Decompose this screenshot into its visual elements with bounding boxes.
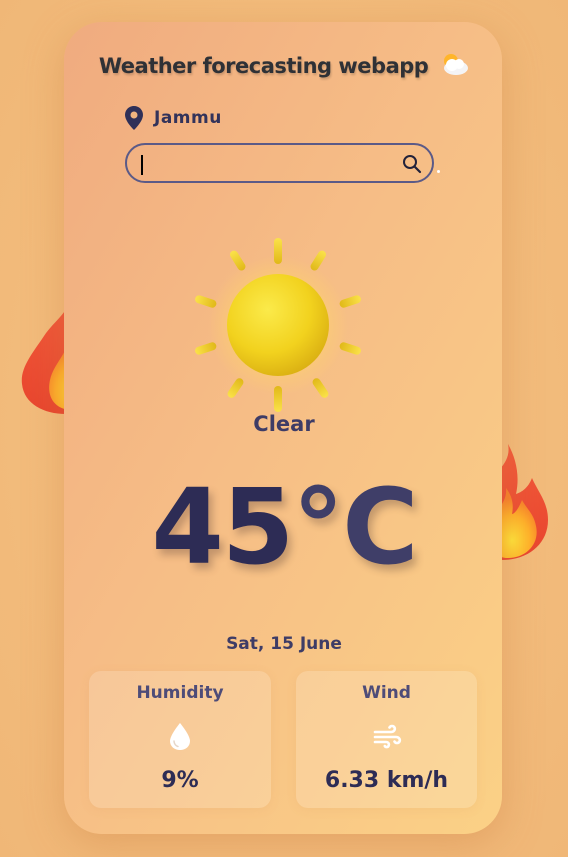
app-title: Weather forecasting webapp (0, 52, 568, 78)
sun-icon (195, 238, 361, 412)
wind-card: Wind 6.33 km/h (296, 671, 477, 808)
search-icon[interactable] (402, 154, 422, 174)
search-box[interactable] (125, 143, 434, 183)
cloud-sun-icon (444, 54, 469, 75)
water-drop-icon (170, 723, 190, 750)
location-name: Jammu (154, 108, 222, 128)
wind-value: 6.33 km/h (324, 768, 449, 793)
forecast-date: Sat, 15 June (226, 634, 342, 654)
dot (437, 170, 440, 173)
humidity-value: 9% (161, 768, 199, 793)
app-title-text: Weather forecasting webapp (98, 54, 429, 78)
search-input[interactable] (141, 152, 395, 178)
map-pin-icon (125, 106, 143, 130)
wind-icon (373, 724, 401, 749)
humidity-label: Humidity (136, 683, 224, 703)
wind-label: Wind (362, 683, 411, 703)
temperature-value: 45 (151, 466, 294, 588)
temperature: 45°C (0, 470, 568, 584)
humidity-card: Humidity 9% (89, 671, 271, 808)
location: Jammu (124, 104, 222, 132)
weather-condition: Clear (253, 412, 315, 436)
temperature-unit: °C (292, 466, 418, 588)
text-cursor (141, 155, 143, 175)
